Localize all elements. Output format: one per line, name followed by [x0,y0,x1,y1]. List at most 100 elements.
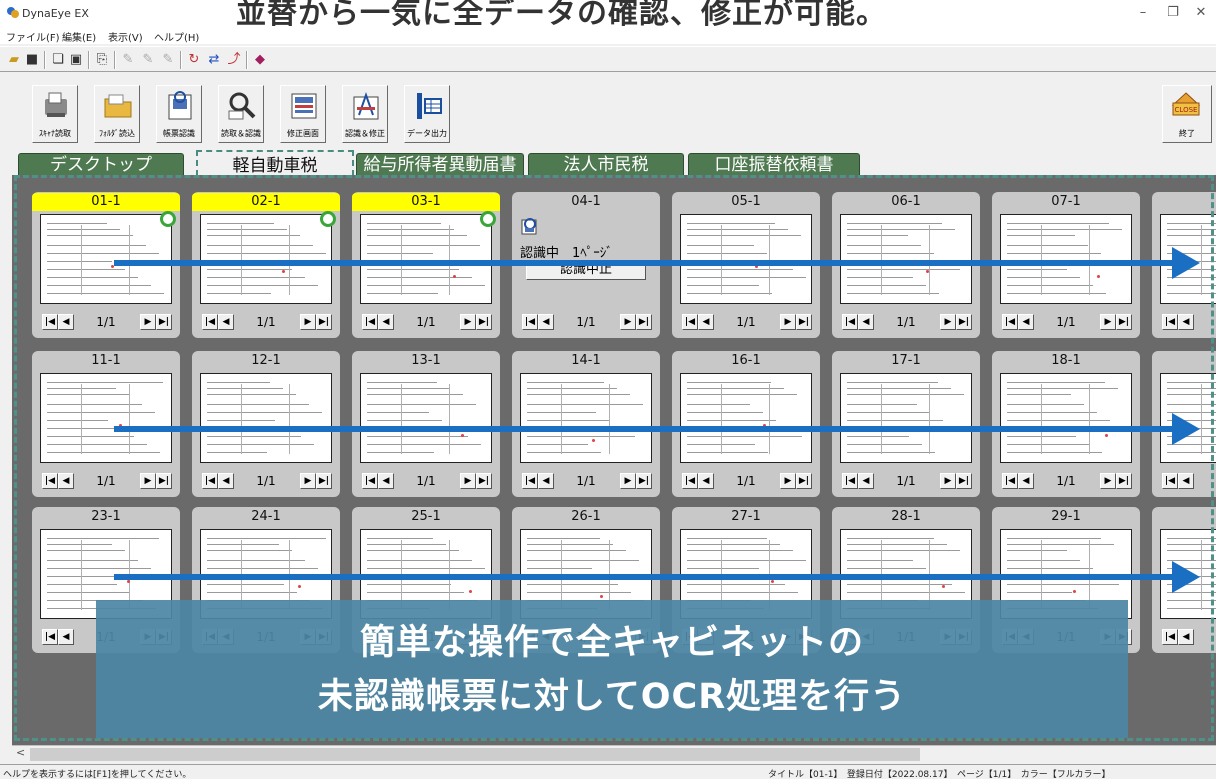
form-thumbnail[interactable] [40,214,172,304]
first-page-button[interactable]: |◀ [842,314,858,330]
last-page-button[interactable]: ▶| [796,473,812,489]
tab-account-transfer[interactable]: 口座振替依頼書 [688,153,860,175]
prev-page-button[interactable]: ◀ [1178,629,1194,645]
menu-view[interactable]: 表示(V) [108,29,143,44]
prev-page-button[interactable]: ◀ [538,314,554,330]
scan-read-button[interactable]: ｽｷｬﾅ読取 [32,85,78,143]
undo-icon[interactable]: ✎ [160,52,176,68]
prev-page-button[interactable]: ◀ [538,473,554,489]
horizontal-scrollbar[interactable]: < [12,745,1216,762]
folder-read-button[interactable]: ﾌｫﾙﾀﾞ読込 [94,85,140,143]
last-page-button[interactable]: ▶| [156,314,172,330]
first-page-button[interactable]: |◀ [682,473,698,489]
last-page-button[interactable]: ▶| [956,473,972,489]
form-thumbnail[interactable] [840,214,972,304]
form-thumbnail[interactable] [680,214,812,304]
form-thumbnail[interactable] [200,214,332,304]
page-icon[interactable]: ❏ [50,52,66,68]
form-thumbnail[interactable] [520,373,652,463]
menu-edit[interactable]: 編集(E) [62,29,96,44]
minimize-button[interactable]: – [1128,2,1158,24]
first-page-button[interactable]: |◀ [202,473,218,489]
first-page-button[interactable]: |◀ [1162,629,1178,645]
form-recognition-button[interactable]: 帳票認識 [156,85,202,143]
cabinet-tile[interactable]: 12-1 |◀ ◀ 1/1 ▶ ▶| [192,351,340,497]
next-page-button[interactable]: ▶ [940,314,956,330]
next-page-button[interactable]: ▶ [140,473,156,489]
prev-page-button[interactable]: ◀ [58,629,74,645]
prev-page-button[interactable]: ◀ [1178,473,1194,489]
form-thumbnail[interactable] [1000,373,1132,463]
prev-page-button[interactable]: ◀ [858,314,874,330]
open-folder-icon[interactable]: ▰ [6,52,22,68]
next-page-button[interactable]: ▶ [620,473,636,489]
form-thumbnail[interactable] [360,214,492,304]
save-icon[interactable]: ■ [24,52,40,68]
prev-page-button[interactable]: ◀ [1178,314,1194,330]
prev-page-button[interactable]: ◀ [698,473,714,489]
correction-screen-button[interactable]: 修正画面 [280,85,326,143]
last-page-button[interactable]: ▶| [636,314,652,330]
next-page-button[interactable]: ▶ [300,473,316,489]
scroll-left-arrow[interactable]: < [16,746,25,759]
first-page-button[interactable]: |◀ [1002,314,1018,330]
last-page-button[interactable]: ▶| [156,473,172,489]
last-page-button[interactable]: ▶| [1116,473,1132,489]
form-thumbnail[interactable] [360,373,492,463]
first-page-button[interactable]: |◀ [1002,473,1018,489]
last-page-button[interactable]: ▶| [1116,314,1132,330]
form-thumbnail[interactable] [840,373,972,463]
first-page-button[interactable]: |◀ [1162,314,1178,330]
copy-icon[interactable]: ⎘ [94,52,110,68]
first-page-button[interactable]: |◀ [682,314,698,330]
read-recognize-button[interactable]: 読取＆認識 [218,85,264,143]
last-page-button[interactable]: ▶| [796,314,812,330]
last-page-button[interactable]: ▶| [476,314,492,330]
last-page-button[interactable]: ▶| [476,473,492,489]
prev-page-button[interactable]: ◀ [58,314,74,330]
delete-icon[interactable]: ✎ [120,52,136,68]
first-page-button[interactable]: |◀ [842,473,858,489]
cabinet-tile[interactable]: 17-1 |◀ ◀ 1/1 ▶ ▶| [832,351,980,497]
prev-page-button[interactable]: ◀ [698,314,714,330]
first-page-button[interactable]: |◀ [42,473,58,489]
first-page-button[interactable]: |◀ [362,314,378,330]
data-output-button[interactable]: データ出力 [404,85,450,143]
page-view-icon[interactable]: ▣ [68,52,84,68]
arrows-icon[interactable]: ⤴ [226,52,242,68]
menu-file[interactable]: ファイル(F) [6,29,60,44]
first-page-button[interactable]: |◀ [522,314,538,330]
cabinet-tile[interactable]: 11-1 |◀ ◀ 1/1 ▶ ▶| [32,351,180,497]
prev-page-button[interactable]: ◀ [1018,473,1034,489]
cabinet-tile[interactable]: 13-1 |◀ ◀ 1/1 ▶ ▶| [352,351,500,497]
prev-page-button[interactable]: ◀ [218,473,234,489]
prev-page-button[interactable]: ◀ [1018,314,1034,330]
first-page-button[interactable]: |◀ [202,314,218,330]
stamp-icon[interactable]: ◆ [252,52,268,68]
restore-button[interactable]: ❐ [1158,2,1188,24]
tab-salary-change-notice[interactable]: 給与所得者異動届書 [356,153,524,175]
menu-help[interactable]: ヘルプ(H) [154,29,199,44]
next-page-button[interactable]: ▶ [1100,314,1116,330]
next-page-button[interactable]: ▶ [140,314,156,330]
next-page-button[interactable]: ▶ [300,314,316,330]
tab-desktop[interactable]: デスクトップ [18,153,184,175]
recognize-correct-button[interactable]: 認識＆修正 [342,85,388,143]
last-page-button[interactable]: ▶| [316,473,332,489]
form-thumbnail[interactable] [40,373,172,463]
exit-button[interactable]: CLOSE 終了 [1162,85,1212,143]
next-page-button[interactable]: ▶ [460,314,476,330]
cabinet-tile[interactable]: 16-1 |◀ ◀ 1/1 ▶ ▶| [672,351,820,497]
cabinet-tile[interactable]: 14-1 |◀ ◀ 1/1 ▶ ▶| [512,351,660,497]
last-page-button[interactable]: ▶| [636,473,652,489]
last-page-button[interactable]: ▶| [956,314,972,330]
delete-all-icon[interactable]: ✎ [140,52,156,68]
form-thumbnail[interactable] [680,373,812,463]
prev-page-button[interactable]: ◀ [218,314,234,330]
first-page-button[interactable]: |◀ [362,473,378,489]
tab-light-vehicle-tax[interactable]: 軽自動車税 [196,150,354,176]
prev-page-button[interactable]: ◀ [858,473,874,489]
scrollbar-thumb[interactable] [30,748,920,761]
next-page-button[interactable]: ▶ [780,314,796,330]
tab-corporate-tax[interactable]: 法人市民税 [528,153,684,175]
